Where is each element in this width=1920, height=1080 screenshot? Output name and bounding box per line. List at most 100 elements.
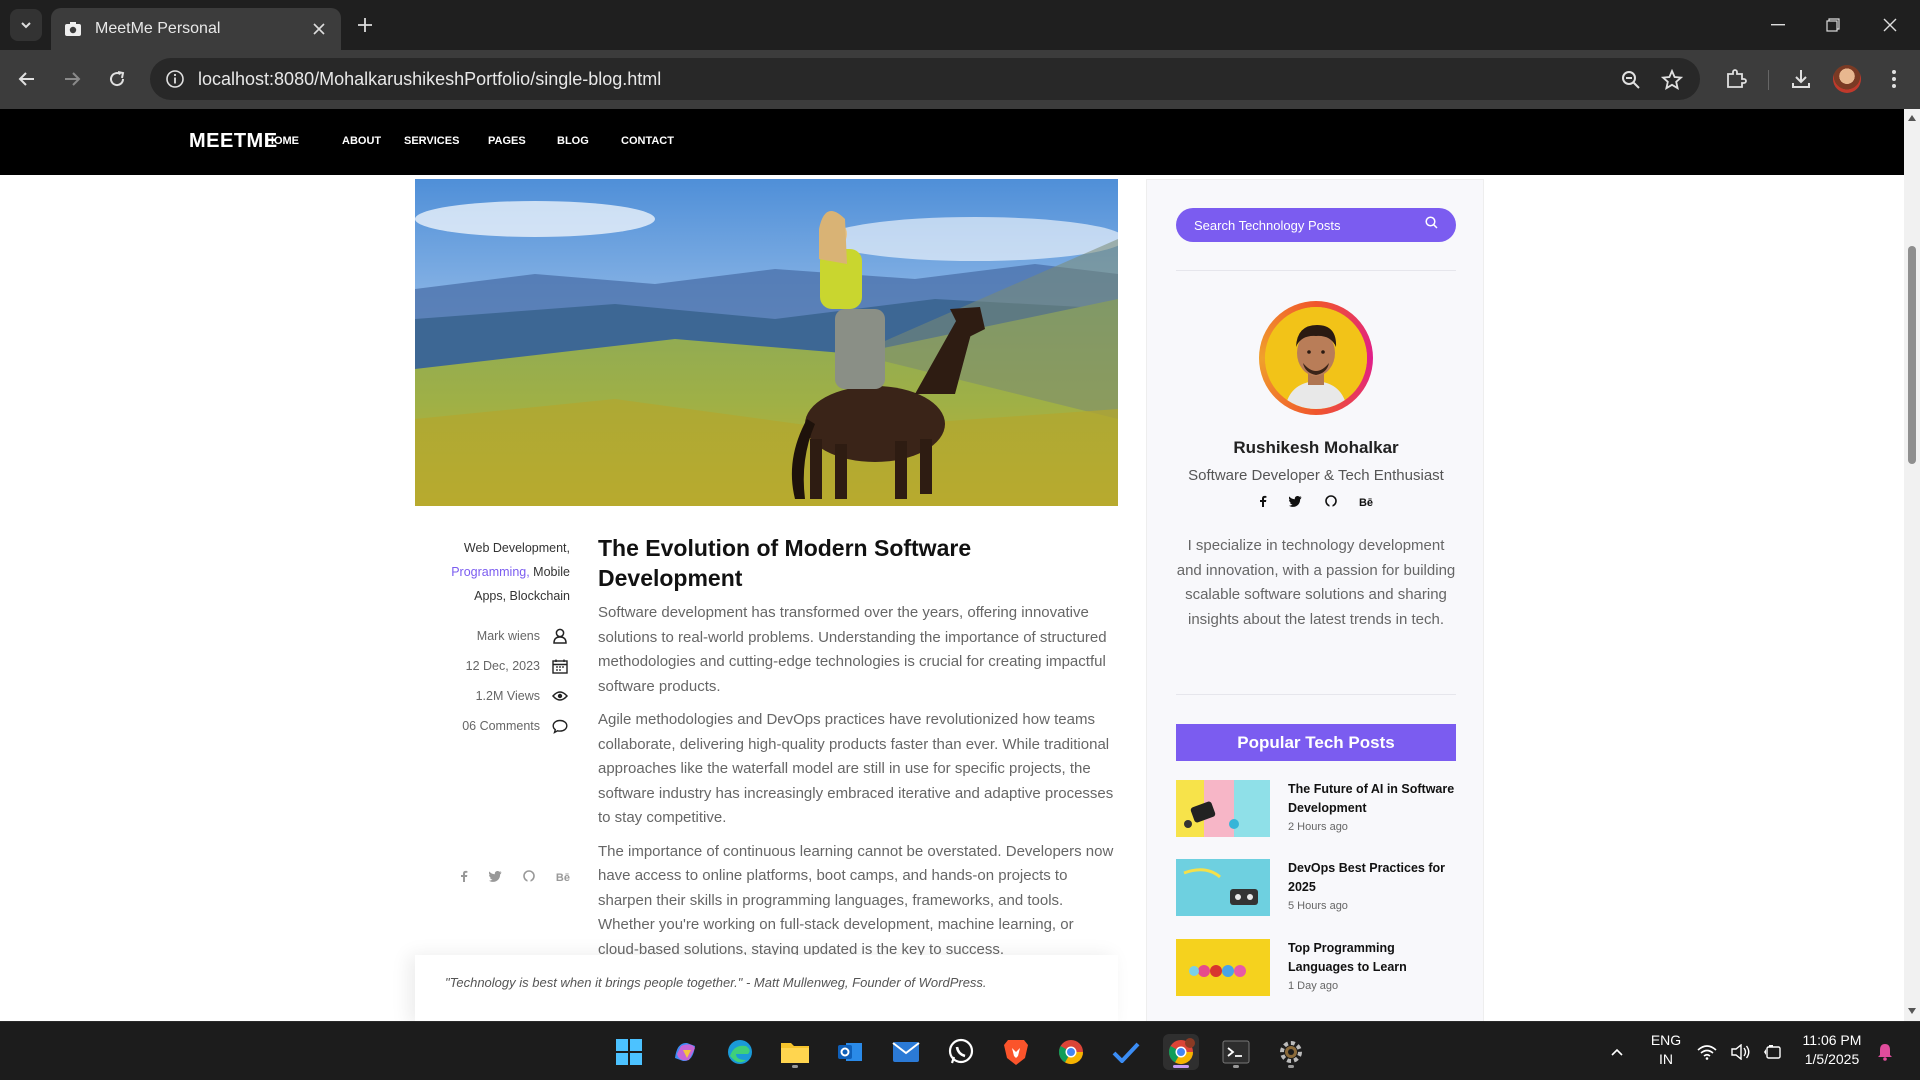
nav-about[interactable]: ABOUT <box>342 135 381 147</box>
blog-hero-image <box>415 179 1118 506</box>
chrome-icon <box>1168 1038 1195 1065</box>
nav-contact[interactable]: CONTACT <box>621 135 674 147</box>
clock-date: 1/5/2025 <box>1804 1051 1860 1067</box>
post-thumbnail[interactable] <box>1176 939 1270 996</box>
post-title[interactable]: The Future of AI in Software Development <box>1288 780 1458 817</box>
edge-app[interactable] <box>722 1034 758 1070</box>
facebook-icon[interactable] <box>1259 494 1267 512</box>
file-explorer-app[interactable] <box>777 1034 813 1070</box>
language-indicator[interactable]: ENG IN <box>1645 1031 1687 1069</box>
volume-status[interactable] <box>1728 1034 1754 1070</box>
chevron-down-icon <box>21 22 31 29</box>
tab-search-button[interactable] <box>10 9 42 41</box>
sidebar-divider <box>1176 694 1456 695</box>
post-title[interactable]: DevOps Best Practices for 2025 <box>1288 859 1458 896</box>
windows-taskbar: ENG IN 11:06 PM 1/5/2025 <box>0 1021 1920 1080</box>
search-input[interactable] <box>1194 217 1425 233</box>
popular-post[interactable]: DevOps Best Practices for 2025 5 Hours a… <box>1176 859 1456 919</box>
minimize-icon <box>1771 24 1785 26</box>
reload-icon <box>110 71 125 87</box>
clock[interactable]: 11:06 PM 1/5/2025 <box>1798 1031 1866 1069</box>
popular-post[interactable]: Top Programming Languages to Learn 1 Day… <box>1176 939 1456 999</box>
outlook-app[interactable] <box>832 1034 868 1070</box>
minimize-button[interactable] <box>1758 10 1798 40</box>
article-body: The Evolution of Modern Software Develop… <box>598 533 1116 971</box>
restore-button[interactable] <box>1813 10 1853 40</box>
search-icon[interactable] <box>1425 216 1438 234</box>
notifications-button[interactable] <box>1872 1034 1898 1070</box>
bookmark-button[interactable] <box>1659 67 1685 93</box>
profile-avatar[interactable] <box>1833 65 1861 93</box>
zoom-button[interactable] <box>1618 67 1644 93</box>
outlook-icon <box>838 1043 862 1061</box>
post-thumbnail[interactable] <box>1176 859 1270 916</box>
page-viewport: MEETME HOME ABOUT SERVICES PAGES BLOG CO… <box>0 109 1904 1021</box>
wifi-status[interactable] <box>1694 1034 1720 1070</box>
start-button[interactable] <box>611 1034 647 1070</box>
wifi-icon <box>1697 1045 1717 1060</box>
chrome-profile-app[interactable] <box>1163 1034 1199 1070</box>
popular-post[interactable]: The Future of AI in Software Development… <box>1176 780 1456 840</box>
language-text: ENG <box>1650 1032 1682 1048</box>
twitter-icon[interactable] <box>488 869 502 887</box>
edge-icon <box>728 1040 752 1064</box>
nav-home[interactable]: HOME <box>266 135 299 147</box>
page-scrollbar[interactable] <box>1904 109 1920 1021</box>
browser-menu-button[interactable] <box>1879 64 1909 94</box>
downloads-button[interactable] <box>1786 64 1816 94</box>
show-hidden-icons-button[interactable] <box>1599 1034 1635 1070</box>
date-text: 12 Dec, 2023 <box>465 659 540 673</box>
new-tab-button[interactable] <box>353 13 377 37</box>
eye-icon <box>550 686 570 706</box>
article-paragraph: Agile methodologies and DevOps practices… <box>598 711 1114 826</box>
forward-button[interactable] <box>56 63 88 95</box>
calendar-icon <box>550 656 570 676</box>
toolbar-separator <box>1768 70 1769 90</box>
region-text: IN <box>1659 1051 1673 1067</box>
category-line[interactable]: Apps, Blockchain <box>440 584 570 608</box>
comments-text[interactable]: 06 Comments <box>462 719 540 733</box>
settings-app[interactable] <box>1273 1034 1309 1070</box>
category-mobile[interactable]: Mobile <box>530 565 570 579</box>
nav-pages[interactable]: PAGES <box>488 135 526 147</box>
scroll-up-arrow[interactable] <box>1908 115 1916 121</box>
meta-comments: 06 Comments <box>440 716 570 736</box>
nav-services[interactable]: SERVICES <box>404 135 459 147</box>
github-icon[interactable] <box>1324 494 1337 512</box>
browser-tab[interactable]: MeetMe Personal <box>51 8 341 50</box>
puzzle-icon <box>1727 69 1747 88</box>
whatsapp-app[interactable] <box>943 1034 979 1070</box>
battery-icon <box>1764 1045 1781 1059</box>
mail-app[interactable] <box>888 1034 924 1070</box>
twitter-icon[interactable] <box>1289 494 1302 512</box>
extensions-button[interactable] <box>1721 64 1751 94</box>
active-indicator <box>1173 1065 1189 1068</box>
site-logo[interactable]: MEETME <box>189 130 278 153</box>
category-line[interactable]: Web Development, <box>440 536 570 560</box>
battery-status[interactable] <box>1760 1034 1786 1070</box>
author-text[interactable]: Mark wiens <box>477 629 540 643</box>
todo-app[interactable] <box>1108 1034 1144 1070</box>
author-bio: I specialize in technology development a… <box>1176 537 1456 628</box>
copilot-app[interactable] <box>667 1034 703 1070</box>
behance-icon[interactable]: Bē <box>556 872 570 884</box>
terminal-app[interactable] <box>1218 1034 1254 1070</box>
category-programming[interactable]: Programming, <box>451 565 530 579</box>
brave-app[interactable] <box>998 1034 1034 1070</box>
site-info-icon[interactable] <box>164 68 186 90</box>
facebook-icon[interactable] <box>460 869 468 887</box>
behance-icon[interactable]: Bē <box>1359 497 1373 509</box>
chrome-app[interactable] <box>1053 1034 1089 1070</box>
scroll-down-arrow[interactable] <box>1908 1008 1916 1014</box>
reload-button[interactable] <box>101 63 133 95</box>
close-window-button[interactable] <box>1870 10 1910 40</box>
more-vertical-icon <box>1892 70 1896 88</box>
close-tab-icon[interactable] <box>309 19 329 39</box>
nav-blog[interactable]: BLOG <box>557 135 589 147</box>
post-title[interactable]: Top Programming Languages to Learn <box>1288 939 1458 976</box>
address-bar[interactable]: localhost:8080/MohalkarushikeshPortfolio… <box>150 58 1700 100</box>
github-icon[interactable] <box>523 869 535 887</box>
scrollbar-thumb[interactable] <box>1908 246 1916 464</box>
back-button[interactable] <box>11 63 43 95</box>
post-thumbnail[interactable] <box>1176 780 1270 837</box>
